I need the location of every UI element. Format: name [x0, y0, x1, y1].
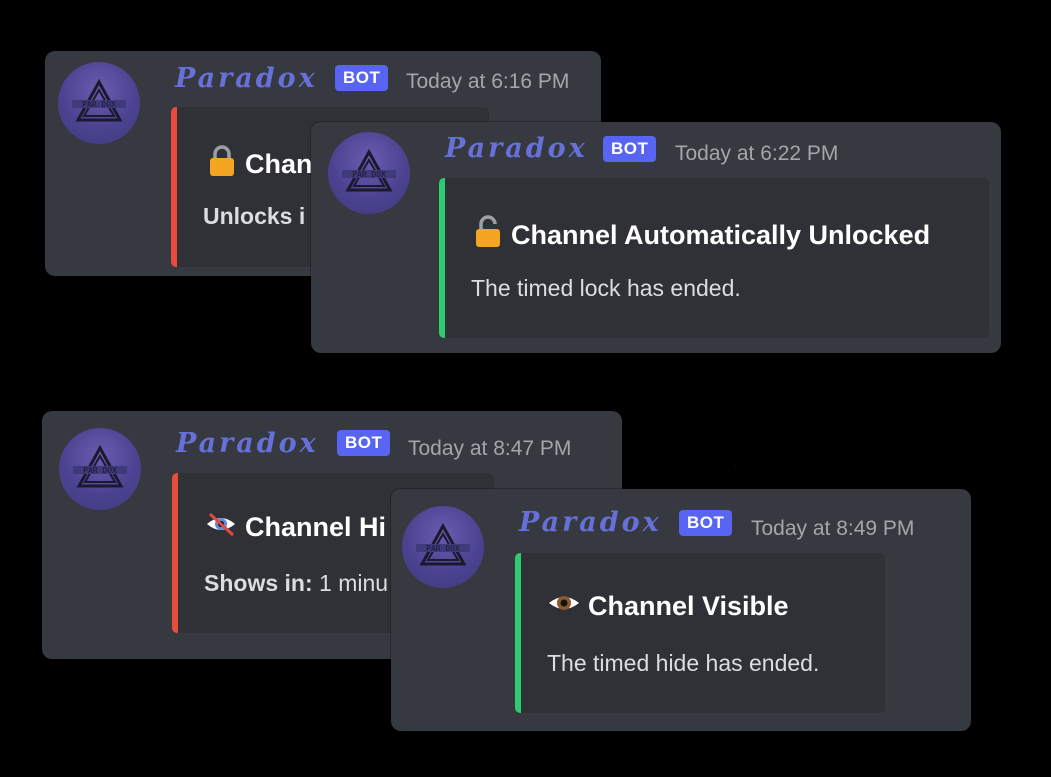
message-timestamp: Today at 8:47 PM [408, 437, 572, 460]
unlock-icon [473, 214, 503, 257]
message-card-visible: PAR DOX Paradox BOT Today at 8:49 PM Cha… [391, 489, 971, 731]
embed-desc-value: 1 minu [312, 570, 389, 596]
paradox-logo-icon: PAR DOX [416, 522, 470, 566]
bot-badge: BOT [679, 510, 733, 536]
bot-avatar[interactable]: PAR DOX [328, 132, 410, 214]
lock-icon [207, 143, 237, 186]
bot-avatar[interactable]: PAR DOX [402, 506, 484, 588]
embed-desc-label: Unlocks i [203, 203, 306, 229]
bot-badge: BOT [337, 430, 391, 456]
embed-description: The timed lock has ended. [471, 275, 741, 301]
embed-title: Channel Automatically Unlocked [473, 214, 930, 257]
embed-desc-label: Shows in: [204, 570, 313, 596]
embed-description: The timed hide has ended. [547, 650, 820, 676]
svg-text:PAR DOX: PAR DOX [82, 100, 116, 109]
paradox-logo-icon: PAR DOX [342, 148, 396, 192]
screenshot-stage: PAR DOX Paradox BOT Today at 6:16 PM Cha… [0, 0, 1051, 777]
message-timestamp: Today at 6:16 PM [406, 70, 570, 93]
message-timestamp: Today at 6:22 PM [675, 142, 839, 165]
embed-color-bar [515, 553, 521, 713]
embed-title: Chan [207, 143, 313, 186]
embed-title-text: Channel Visible [588, 591, 789, 621]
embed-title-text: Channel Hi [245, 512, 387, 542]
embed-title-text: Chan [245, 149, 313, 179]
embed: Channel Visible The timed hide has ended… [515, 553, 885, 713]
bot-badge: BOT [603, 136, 657, 162]
bot-badge: BOT [335, 65, 389, 91]
bot-avatar[interactable]: PAR DOX [59, 428, 141, 510]
embed-title: Channel Hi [205, 511, 386, 544]
embed-color-bar [439, 178, 445, 338]
bot-avatar[interactable]: PAR DOX [58, 62, 140, 144]
bot-username[interactable]: Paradox [445, 133, 588, 164]
embed-title: Channel Visible [548, 591, 789, 622]
embed-description: Unlocks i [203, 203, 305, 230]
svg-text:PAR DOX: PAR DOX [426, 544, 460, 553]
embed-description: Shows in: 1 minu [204, 570, 388, 597]
bot-username[interactable]: Paradox [175, 63, 318, 94]
message-timestamp: Today at 8:49 PM [751, 517, 915, 540]
embed-color-bar [171, 107, 177, 267]
paradox-logo-icon: PAR DOX [72, 78, 126, 122]
embed-title-text: Channel Automatically Unlocked [511, 220, 931, 250]
embed-color-bar [172, 473, 178, 633]
svg-text:PAR DOX: PAR DOX [83, 466, 117, 475]
eye-icon [548, 591, 580, 622]
embed: Channel Automatically Unlocked The timed… [439, 178, 989, 338]
message-card-unlocked: PAR DOX Paradox BOT Today at 6:22 PM Cha… [311, 122, 1001, 353]
bot-username[interactable]: Paradox [176, 428, 319, 459]
paradox-logo-icon: PAR DOX [73, 444, 127, 488]
svg-text:PAR DOX: PAR DOX [352, 170, 386, 179]
bot-username[interactable]: Paradox [519, 507, 662, 538]
eye-slash-icon [205, 511, 237, 544]
